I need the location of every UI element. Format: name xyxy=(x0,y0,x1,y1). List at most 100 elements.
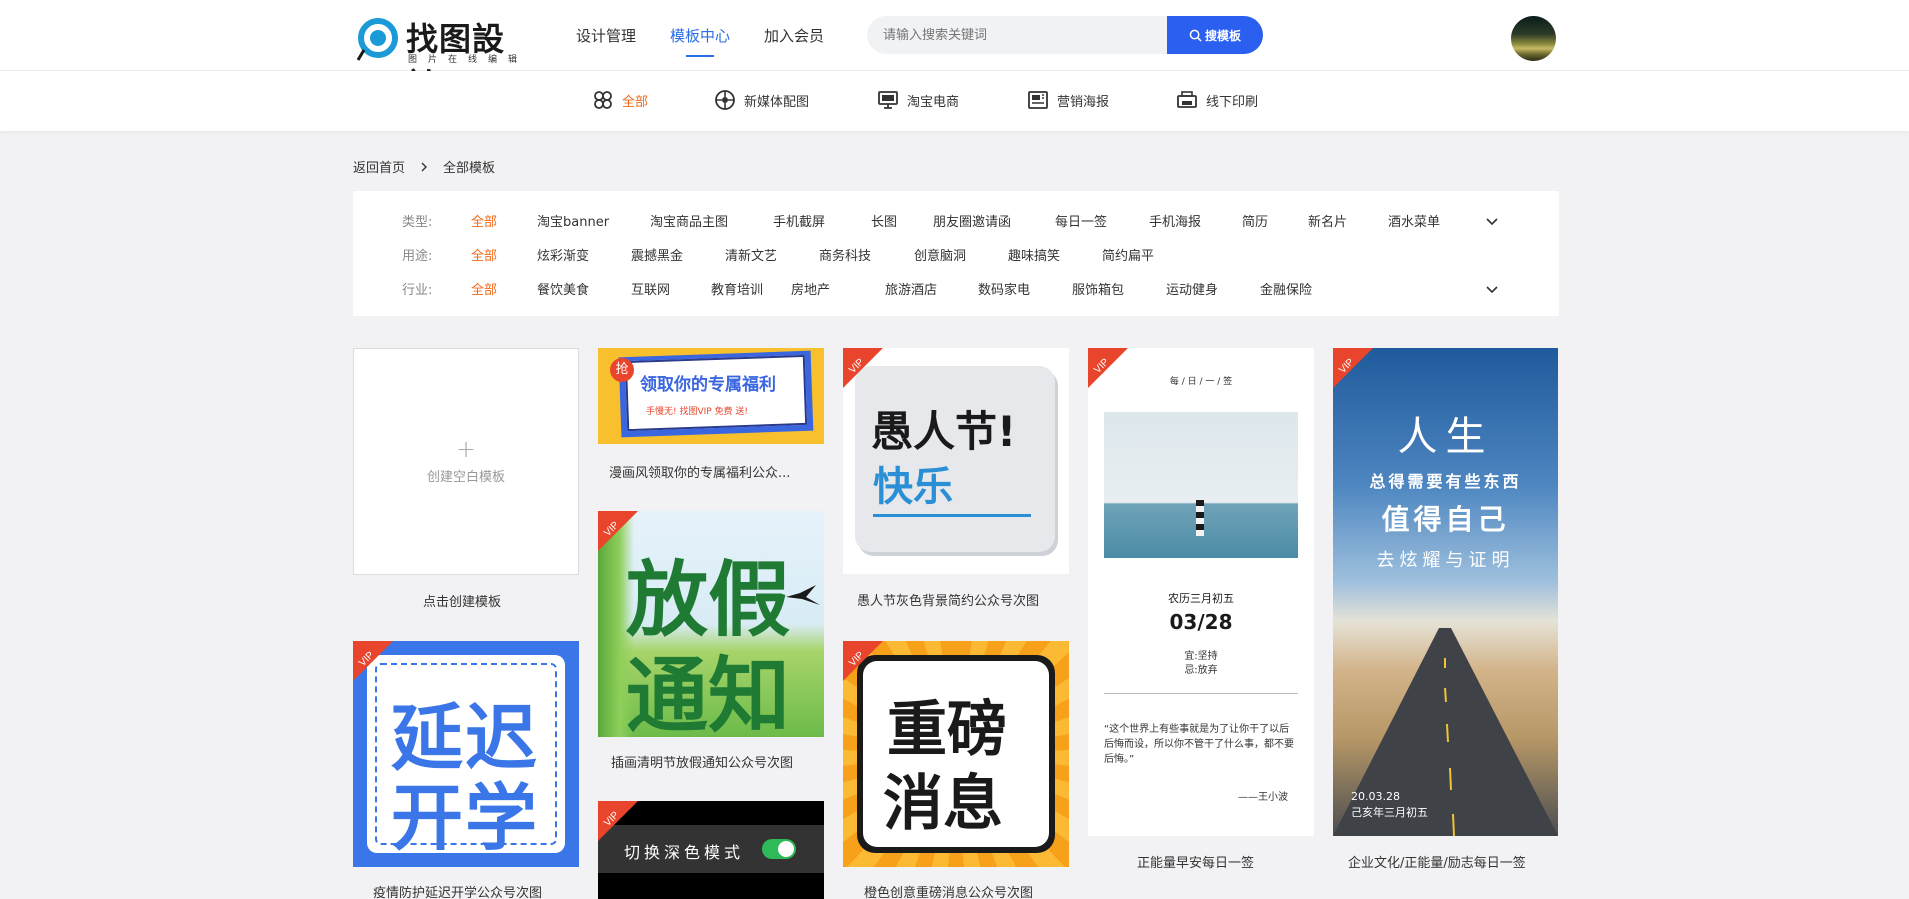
category-marketing-poster[interactable]: 营销海报 xyxy=(1027,89,1109,111)
divider xyxy=(1104,693,1298,694)
breadcrumb: 返回首页 全部模板 xyxy=(353,157,495,176)
filter-option[interactable]: 运动健身 xyxy=(1166,279,1218,298)
template-headline: 开学 xyxy=(391,776,540,860)
template-subline: 快乐 xyxy=(873,464,953,510)
sign-date: 03/28 xyxy=(1169,610,1233,634)
vip-badge-icon: VIP xyxy=(353,641,393,681)
filter-option[interactable]: 手机海报 xyxy=(1149,211,1201,230)
search-button-label: 搜模板 xyxy=(1204,28,1241,43)
search-input[interactable] xyxy=(867,16,1167,54)
template-card-holiday-notice[interactable]: 放假 通知 VIP xyxy=(598,511,824,737)
filter-option[interactable]: 房地产 xyxy=(791,279,830,298)
underline-bar xyxy=(873,514,1031,517)
filter-option[interactable]: 每日一签 xyxy=(1055,211,1107,230)
breadcrumb-home[interactable]: 返回首页 xyxy=(353,157,405,176)
template-card-dark-mode[interactable]: 切换深色模式 VIP xyxy=(598,801,824,899)
category-bar: 全部 新媒体配图 淘宝电商 营销海报 线下印刷 xyxy=(0,71,1909,131)
logo-subtitle: 图片在线编辑 xyxy=(408,55,529,65)
nav-join-member[interactable]: 加入会员 xyxy=(764,0,824,71)
sign-ji: 忌:放弃 xyxy=(1184,665,1218,676)
vip-badge-icon: VIP xyxy=(598,511,638,551)
template-card-big-news[interactable]: 重磅 消息 VIP xyxy=(843,641,1069,867)
create-blank-template-card[interactable]: + 创建空白模板 xyxy=(353,348,579,575)
template-caption[interactable]: 漫画风领取你的专属福利公众... xyxy=(609,462,790,481)
template-subline: 手慢无! 找图VIP 免费 送! xyxy=(646,407,749,417)
filter-option[interactable]: 清新文艺 xyxy=(725,245,777,264)
chevron-down-icon[interactable] xyxy=(1485,283,1499,297)
search-button[interactable]: 搜模板 xyxy=(1167,16,1263,54)
filter-option[interactable]: 金融保险 xyxy=(1260,279,1312,298)
filter-option[interactable]: 餐饮美食 xyxy=(537,279,589,298)
print-icon xyxy=(1177,91,1197,108)
search-icon xyxy=(1189,29,1202,42)
filter-option[interactable]: 震撼黑金 xyxy=(631,245,683,264)
category-label: 线下印刷 xyxy=(1206,94,1259,110)
media-icon xyxy=(715,90,735,110)
filter-option[interactable]: 淘宝商品主图 xyxy=(650,211,728,230)
category-label: 营销海报 xyxy=(1057,94,1110,110)
filter-option[interactable]: 数码家电 xyxy=(978,279,1030,298)
category-label: 淘宝电商 xyxy=(907,94,960,110)
poster-lunar: 己亥年三月初五 xyxy=(1351,806,1428,819)
template-caption[interactable]: 疫情防护延迟开学公众号次图 xyxy=(373,882,542,899)
filter-option[interactable]: 趣味搞笑 xyxy=(1008,245,1060,264)
template-caption[interactable]: 橙色创意重磅消息公众号次图 xyxy=(864,882,1033,899)
filter-option[interactable]: 全部 xyxy=(471,279,497,298)
category-label: 全部 xyxy=(622,94,649,110)
category-offline-print[interactable]: 线下印刷 xyxy=(1176,89,1258,111)
logo[interactable]: 找图設計 图片在线编辑 xyxy=(356,12,536,104)
filter-option[interactable]: 新名片 xyxy=(1308,211,1347,230)
template-caption[interactable]: 正能量早安每日一签 xyxy=(1137,852,1254,871)
template-caption[interactable]: 愚人节灰色背景简约公众号次图 xyxy=(857,590,1039,609)
template-card-welfare[interactable]: 抢 领取你的专属福利 手慢无! 找图VIP 免费 送! xyxy=(598,348,824,444)
template-card-life-poster[interactable]: 人生 总得需要有些东西 值得自己 去炫耀与证明 20.03.28 己亥年三月初五… xyxy=(1333,348,1558,836)
template-line: 总得需要有些东西 xyxy=(1369,472,1522,491)
filter-option[interactable]: 简约扁平 xyxy=(1102,245,1154,264)
template-headline: 切换深色模式 xyxy=(624,843,745,862)
filter-option[interactable]: 酒水菜单 xyxy=(1388,211,1440,230)
filter-option[interactable]: 炫彩渐变 xyxy=(537,245,589,264)
category-all[interactable]: 全部 xyxy=(592,89,648,111)
template-caption[interactable]: 插画清明节放假通知公众号次图 xyxy=(611,752,793,771)
filter-label: 行业: xyxy=(402,283,433,298)
filter-option[interactable]: 朋友圈邀请函 xyxy=(933,211,1011,230)
nav-design-manage[interactable]: 设计管理 xyxy=(576,0,636,71)
category-label: 新媒体配图 xyxy=(744,94,810,110)
grab-badge: 抢 xyxy=(610,358,634,382)
filter-option[interactable]: 简历 xyxy=(1242,211,1268,230)
vip-badge-icon: VIP xyxy=(1088,348,1128,388)
search-bar: 搜模板 xyxy=(867,16,1263,54)
template-headline: 消息 xyxy=(883,769,1003,839)
filter-option[interactable]: 互联网 xyxy=(631,279,670,298)
create-blank-label: 创建空白模板 xyxy=(426,470,505,485)
filter-option[interactable]: 商务科技 xyxy=(819,245,871,264)
category-taobao[interactable]: 淘宝电商 xyxy=(877,89,959,111)
vip-badge-icon: VIP xyxy=(843,348,883,388)
filter-option[interactable]: 手机截屏 xyxy=(773,211,825,230)
category-new-media[interactable]: 新媒体配图 xyxy=(714,89,809,111)
template-headline: 愚人节! xyxy=(871,407,1017,456)
chevron-down-icon[interactable] xyxy=(1485,215,1499,229)
filter-option[interactable]: 创意脑洞 xyxy=(914,245,966,264)
template-card-daily-sign[interactable]: 每 / 日 / 一 / 签 农历三月初五 03/28 宜:坚持 忌:放弃 “这个… xyxy=(1088,348,1314,836)
filter-option[interactable]: 全部 xyxy=(471,211,497,230)
logo-icon xyxy=(356,18,398,61)
swallow-icon xyxy=(786,585,820,605)
vip-badge-icon: VIP xyxy=(598,801,638,841)
template-caption[interactable]: 企业文化/正能量/励志每日一签 xyxy=(1348,852,1526,871)
filter-option[interactable]: 教育培训 xyxy=(711,279,763,298)
nav-template-center[interactable]: 模板中心 xyxy=(670,0,730,71)
filter-option[interactable]: 淘宝banner xyxy=(537,211,609,230)
avatar[interactable] xyxy=(1511,16,1556,61)
top-header: 找图設計 图片在线编辑 设计管理 模板中心 加入会员 搜模板 xyxy=(0,0,1909,104)
template-headline: 领取你的专属福利 xyxy=(640,375,776,395)
template-caption[interactable]: 点击创建模板 xyxy=(423,591,501,610)
filter-option[interactable]: 服饰箱包 xyxy=(1072,279,1124,298)
filter-option[interactable]: 全部 xyxy=(471,245,497,264)
vip-badge-icon: VIP xyxy=(1333,348,1373,388)
filter-label: 类型: xyxy=(402,215,433,230)
template-card-april-fools[interactable]: 愚人节! 快乐 VIP xyxy=(843,348,1069,574)
filter-option[interactable]: 旅游酒店 xyxy=(885,279,937,298)
filter-option[interactable]: 长图 xyxy=(871,211,897,230)
template-card-delay-school[interactable]: 延迟 开学 VIP xyxy=(353,641,579,867)
